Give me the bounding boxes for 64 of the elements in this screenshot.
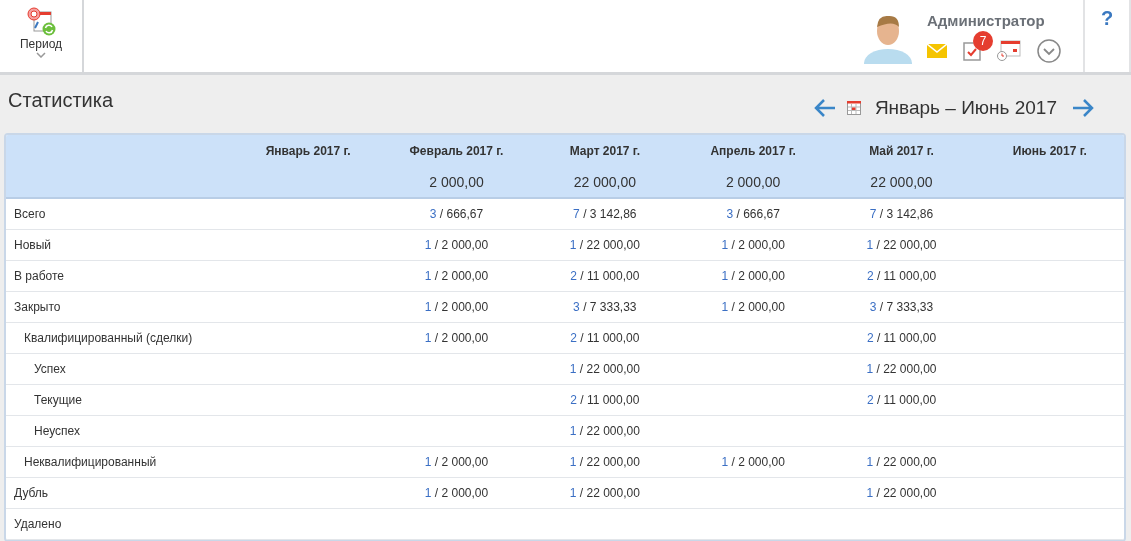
calendar-icon[interactable] xyxy=(846,101,861,115)
table-cell: 1 / 22 000,00 xyxy=(569,486,640,500)
column-header: Январь 2017 г. xyxy=(265,143,351,158)
table-cell: 1 / 22 000,00 xyxy=(866,455,937,469)
table-cell: 1 / 2 000,00 xyxy=(424,300,489,314)
table-cell: 1 / 22 000,00 xyxy=(569,238,640,252)
notification-badge: 7 xyxy=(973,30,993,51)
table-cell: 2 / 11 000,00 xyxy=(570,393,640,407)
user-name: Администратор xyxy=(927,11,1046,29)
table-cell: 3 / 666,67 xyxy=(429,207,484,221)
arrow-left-icon[interactable] xyxy=(812,98,837,118)
table-cell: 1 / 2 000,00 xyxy=(424,269,489,283)
table-cell: 1 / 22 000,00 xyxy=(569,455,640,469)
row-label: Закрыто xyxy=(14,300,61,314)
table-cell: 3 / 7 333,33 xyxy=(869,300,934,314)
column-total: 2 000,00 xyxy=(429,173,484,190)
row-label: Текущие xyxy=(34,393,82,407)
table-cell: 1 / 22 000,00 xyxy=(866,238,937,252)
table-cell: 1 / 22 000,00 xyxy=(866,362,937,376)
chevron-down-icon xyxy=(36,52,46,58)
row-label: Квалифицированный (сделки) xyxy=(24,331,193,345)
table-cell: 1 / 2 000,00 xyxy=(424,238,489,252)
table-cell: 2 / 11 000,00 xyxy=(570,269,640,283)
row-label: В работе xyxy=(14,269,64,283)
table-cell: 3 / 666,67 xyxy=(726,207,780,221)
calendar-clock-icon[interactable] xyxy=(997,39,1021,62)
table-cell: 7 / 3 142,86 xyxy=(573,207,637,221)
dropdown-circle-icon[interactable] xyxy=(1037,38,1061,63)
row-label: Успех xyxy=(34,362,66,376)
table-cell: 1 / 2 000,00 xyxy=(424,331,489,345)
column-header: Февраль 2017 г. xyxy=(409,143,504,158)
table-cell: 1 / 22 000,00 xyxy=(569,424,640,438)
row-label: Неквалифицированный xyxy=(24,455,157,469)
table-cell: 1 / 22 000,00 xyxy=(569,362,640,376)
row-label: Всего xyxy=(14,207,46,221)
table-cell: 1 / 2 000,00 xyxy=(721,269,785,283)
table-cell: 2 / 11 000,00 xyxy=(570,331,640,345)
column-total: 2 000,00 xyxy=(725,173,781,190)
date-range: Январь – Июнь 2017 xyxy=(874,97,1057,119)
row-label: Дубль xyxy=(14,486,49,500)
table-cell: 1 / 2 000,00 xyxy=(424,486,489,500)
page-title: Статистика xyxy=(8,89,114,112)
table-cell: 1 / 2 000,00 xyxy=(721,300,785,314)
table-cell: 3 / 7 333,33 xyxy=(573,300,637,314)
table-cell: 1 / 2 000,00 xyxy=(721,455,785,469)
table-cell: 1 / 22 000,00 xyxy=(866,486,937,500)
tasks-icon[interactable] xyxy=(963,40,981,61)
row-label: Неуспех xyxy=(34,424,80,438)
column-header: Март 2017 г. xyxy=(569,143,640,158)
table-cell: 7 / 3 142,86 xyxy=(869,207,934,221)
column-total: 22 000,00 xyxy=(870,173,933,190)
table-cell: 1 / 2 000,00 xyxy=(424,455,489,469)
column-header: Апрель 2017 г. xyxy=(710,143,796,158)
table-cell: 2 / 11 000,00 xyxy=(866,269,937,283)
table-cell: 2 / 11 000,00 xyxy=(866,331,937,345)
table-cell: 1 / 2 000,00 xyxy=(721,238,785,252)
row-label: Удалено xyxy=(14,517,62,531)
target-calendar-icon xyxy=(26,6,56,36)
column-header: Июнь 2017 г. xyxy=(1012,143,1087,158)
column-header: Май 2017 г. xyxy=(869,143,934,158)
row-label: Новый xyxy=(14,238,52,252)
arrow-right-icon[interactable] xyxy=(1071,98,1095,118)
column-total: 22 000,00 xyxy=(573,173,636,190)
table-cell: 2 / 11 000,00 xyxy=(866,393,937,407)
